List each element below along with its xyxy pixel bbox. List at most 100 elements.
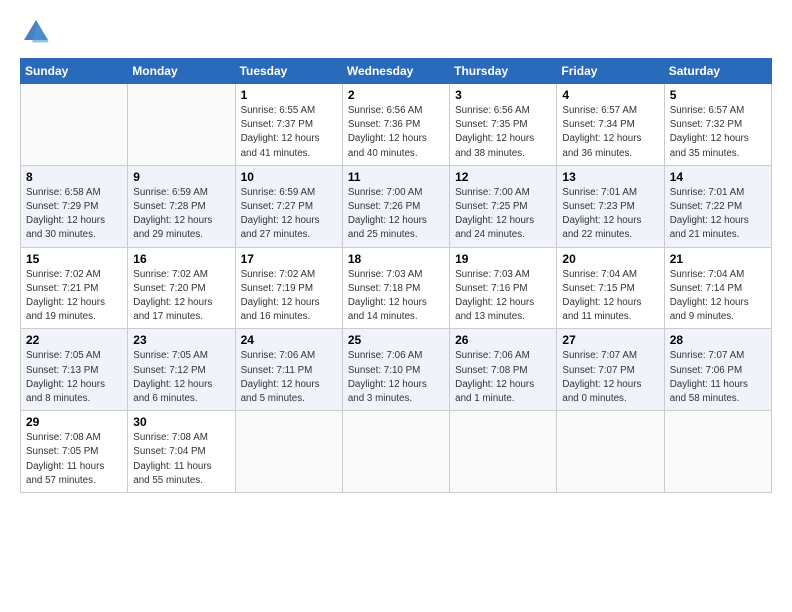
day-number: 10 xyxy=(241,170,337,184)
empty-cell xyxy=(450,411,557,493)
day-number: 17 xyxy=(241,252,337,266)
day-number: 23 xyxy=(133,333,229,347)
day-cell-22: 22 Sunrise: 7:05 AMSunset: 7:13 PMDayligh… xyxy=(21,329,128,411)
day-number: 19 xyxy=(455,252,551,266)
day-number: 12 xyxy=(455,170,551,184)
day-number: 4 xyxy=(562,88,658,102)
day-cell-4: 4 Sunrise: 6:57 AMSunset: 7:34 PMDaylight… xyxy=(557,84,664,166)
day-cell-18: 18 Sunrise: 7:03 AMSunset: 7:18 PMDayligh… xyxy=(342,247,449,329)
day-number: 11 xyxy=(348,170,444,184)
week-row-1: 1 Sunrise: 6:55 AMSunset: 7:37 PMDaylight… xyxy=(21,84,772,166)
day-cell-8: 8 Sunrise: 6:58 AMSunset: 7:29 PMDaylight… xyxy=(21,165,128,247)
day-number: 22 xyxy=(26,333,122,347)
day-number: 16 xyxy=(133,252,229,266)
day-info: Sunrise: 7:04 AMSunset: 7:14 PMDaylight:… xyxy=(670,268,766,325)
day-cell-24: 24Sunrise: 7:06 AMSunset: 7:11 PMDayligh… xyxy=(235,329,342,411)
weekday-header-monday: Monday xyxy=(128,59,235,84)
day-cell-19: 19 Sunrise: 7:03 AMSunset: 7:16 PMDayligh… xyxy=(450,247,557,329)
day-info: Sunrise: 6:59 AMSunset: 7:27 PMDaylight:… xyxy=(241,186,337,243)
day-cell-14: 14 Sunrise: 7:01 AMSunset: 7:22 PMDayligh… xyxy=(664,165,771,247)
day-cell-29: 29 Sunrise: 7:08 AMSunset: 7:05 PMDayligh… xyxy=(21,411,128,493)
day-cell-16: 16 Sunrise: 7:02 AMSunset: 7:20 PMDayligh… xyxy=(128,247,235,329)
empty-cell xyxy=(128,84,235,166)
day-info: Sunrise: 7:03 AMSunset: 7:16 PMDaylight:… xyxy=(455,268,551,325)
day-cell-20: 20 Sunrise: 7:04 AMSunset: 7:15 PMDayligh… xyxy=(557,247,664,329)
day-number: 28 xyxy=(670,333,766,347)
day-info: Sunrise: 7:06 AMSunset: 7:08 PMDaylight:… xyxy=(455,349,551,406)
day-number: 8 xyxy=(26,170,122,184)
day-cell-26: 26 Sunrise: 7:06 AMSunset: 7:08 PMDayligh… xyxy=(450,329,557,411)
empty-cell xyxy=(21,84,128,166)
day-number: 18 xyxy=(348,252,444,266)
day-cell-5: 5 Sunrise: 6:57 AMSunset: 7:32 PMDaylight… xyxy=(664,84,771,166)
day-info: Sunrise: 7:06 AMSunset: 7:11 PMDaylight:… xyxy=(241,349,337,406)
day-cell-1: 1 Sunrise: 6:55 AMSunset: 7:37 PMDaylight… xyxy=(235,84,342,166)
day-number: 21 xyxy=(670,252,766,266)
day-cell-11: 11 Sunrise: 7:00 AMSunset: 7:26 PMDayligh… xyxy=(342,165,449,247)
day-info: Sunrise: 7:02 AMSunset: 7:21 PMDaylight:… xyxy=(26,268,122,325)
day-info: Sunrise: 7:01 AMSunset: 7:23 PMDaylight:… xyxy=(562,186,658,243)
day-cell-13: 13 Sunrise: 7:01 AMSunset: 7:23 PMDayligh… xyxy=(557,165,664,247)
week-row-2: 8 Sunrise: 6:58 AMSunset: 7:29 PMDaylight… xyxy=(21,165,772,247)
day-info: Sunrise: 7:05 AMSunset: 7:13 PMDaylight:… xyxy=(26,349,122,406)
day-cell-3: 3 Sunrise: 6:56 AMSunset: 7:35 PMDaylight… xyxy=(450,84,557,166)
day-number: 14 xyxy=(670,170,766,184)
empty-cell xyxy=(557,411,664,493)
day-info: Sunrise: 7:08 AMSunset: 7:05 PMDaylight:… xyxy=(26,431,122,488)
day-number: 29 xyxy=(26,415,122,429)
weekday-header-row: SundayMondayTuesdayWednesdayThursdayFrid… xyxy=(21,59,772,84)
day-info: Sunrise: 6:55 AMSunset: 7:37 PMDaylight:… xyxy=(241,104,337,161)
day-number: 27 xyxy=(562,333,658,347)
day-info: Sunrise: 7:08 AMSunset: 7:04 PMDaylight:… xyxy=(133,431,229,488)
day-number: 20 xyxy=(562,252,658,266)
weekday-header-sunday: Sunday xyxy=(21,59,128,84)
day-info: Sunrise: 6:57 AMSunset: 7:34 PMDaylight:… xyxy=(562,104,658,161)
day-info: Sunrise: 7:00 AMSunset: 7:26 PMDaylight:… xyxy=(348,186,444,243)
day-cell-2: 2 Sunrise: 6:56 AMSunset: 7:36 PMDaylight… xyxy=(342,84,449,166)
weekday-header-wednesday: Wednesday xyxy=(342,59,449,84)
day-cell-27: 27Sunrise: 7:07 AMSunset: 7:07 PMDayligh… xyxy=(557,329,664,411)
day-info: Sunrise: 7:03 AMSunset: 7:18 PMDaylight:… xyxy=(348,268,444,325)
day-cell-9: 9 Sunrise: 6:59 AMSunset: 7:28 PMDaylight… xyxy=(128,165,235,247)
day-info: Sunrise: 7:04 AMSunset: 7:15 PMDaylight:… xyxy=(562,268,658,325)
weekday-header-friday: Friday xyxy=(557,59,664,84)
week-row-5: 29 Sunrise: 7:08 AMSunset: 7:05 PMDayligh… xyxy=(21,411,772,493)
day-info: Sunrise: 7:01 AMSunset: 7:22 PMDaylight:… xyxy=(670,186,766,243)
day-number: 9 xyxy=(133,170,229,184)
day-info: Sunrise: 6:57 AMSunset: 7:32 PMDaylight:… xyxy=(670,104,766,161)
empty-cell xyxy=(342,411,449,493)
day-number: 5 xyxy=(670,88,766,102)
day-cell-23: 23 Sunrise: 7:05 AMSunset: 7:12 PMDayligh… xyxy=(128,329,235,411)
day-info: Sunrise: 7:02 AMSunset: 7:20 PMDaylight:… xyxy=(133,268,229,325)
day-cell-10: 10 Sunrise: 6:59 AMSunset: 7:27 PMDayligh… xyxy=(235,165,342,247)
week-row-3: 15Sunrise: 7:02 AMSunset: 7:21 PMDayligh… xyxy=(21,247,772,329)
day-number: 3 xyxy=(455,88,551,102)
day-info: Sunrise: 7:06 AMSunset: 7:10 PMDaylight:… xyxy=(348,349,444,406)
day-info: Sunrise: 6:56 AMSunset: 7:35 PMDaylight:… xyxy=(455,104,551,161)
day-cell-17: 17Sunrise: 7:02 AMSunset: 7:19 PMDayligh… xyxy=(235,247,342,329)
weekday-header-tuesday: Tuesday xyxy=(235,59,342,84)
day-cell-25: 25 Sunrise: 7:06 AMSunset: 7:10 PMDayligh… xyxy=(342,329,449,411)
week-row-4: 22 Sunrise: 7:05 AMSunset: 7:13 PMDayligh… xyxy=(21,329,772,411)
day-number: 25 xyxy=(348,333,444,347)
day-cell-12: 12 Sunrise: 7:00 AMSunset: 7:25 PMDayligh… xyxy=(450,165,557,247)
day-info: Sunrise: 7:07 AMSunset: 7:06 PMDaylight:… xyxy=(670,349,766,406)
day-number: 13 xyxy=(562,170,658,184)
empty-cell xyxy=(235,411,342,493)
day-info: Sunrise: 6:58 AMSunset: 7:29 PMDaylight:… xyxy=(26,186,122,243)
day-info: Sunrise: 6:59 AMSunset: 7:28 PMDaylight:… xyxy=(133,186,229,243)
day-info: Sunrise: 6:56 AMSunset: 7:36 PMDaylight:… xyxy=(348,104,444,161)
calendar: SundayMondayTuesdayWednesdayThursdayFrid… xyxy=(20,58,772,493)
day-number: 1 xyxy=(241,88,337,102)
day-cell-21: 21 Sunrise: 7:04 AMSunset: 7:14 PMDayligh… xyxy=(664,247,771,329)
day-info: Sunrise: 7:00 AMSunset: 7:25 PMDaylight:… xyxy=(455,186,551,243)
day-info: Sunrise: 7:05 AMSunset: 7:12 PMDaylight:… xyxy=(133,349,229,406)
day-cell-28: 28 Sunrise: 7:07 AMSunset: 7:06 PMDayligh… xyxy=(664,329,771,411)
day-cell-30: 30Sunrise: 7:08 AMSunset: 7:04 PMDayligh… xyxy=(128,411,235,493)
weekday-header-saturday: Saturday xyxy=(664,59,771,84)
logo-icon xyxy=(20,16,52,48)
day-number: 2 xyxy=(348,88,444,102)
header xyxy=(20,16,772,48)
weekday-header-thursday: Thursday xyxy=(450,59,557,84)
day-number: 26 xyxy=(455,333,551,347)
